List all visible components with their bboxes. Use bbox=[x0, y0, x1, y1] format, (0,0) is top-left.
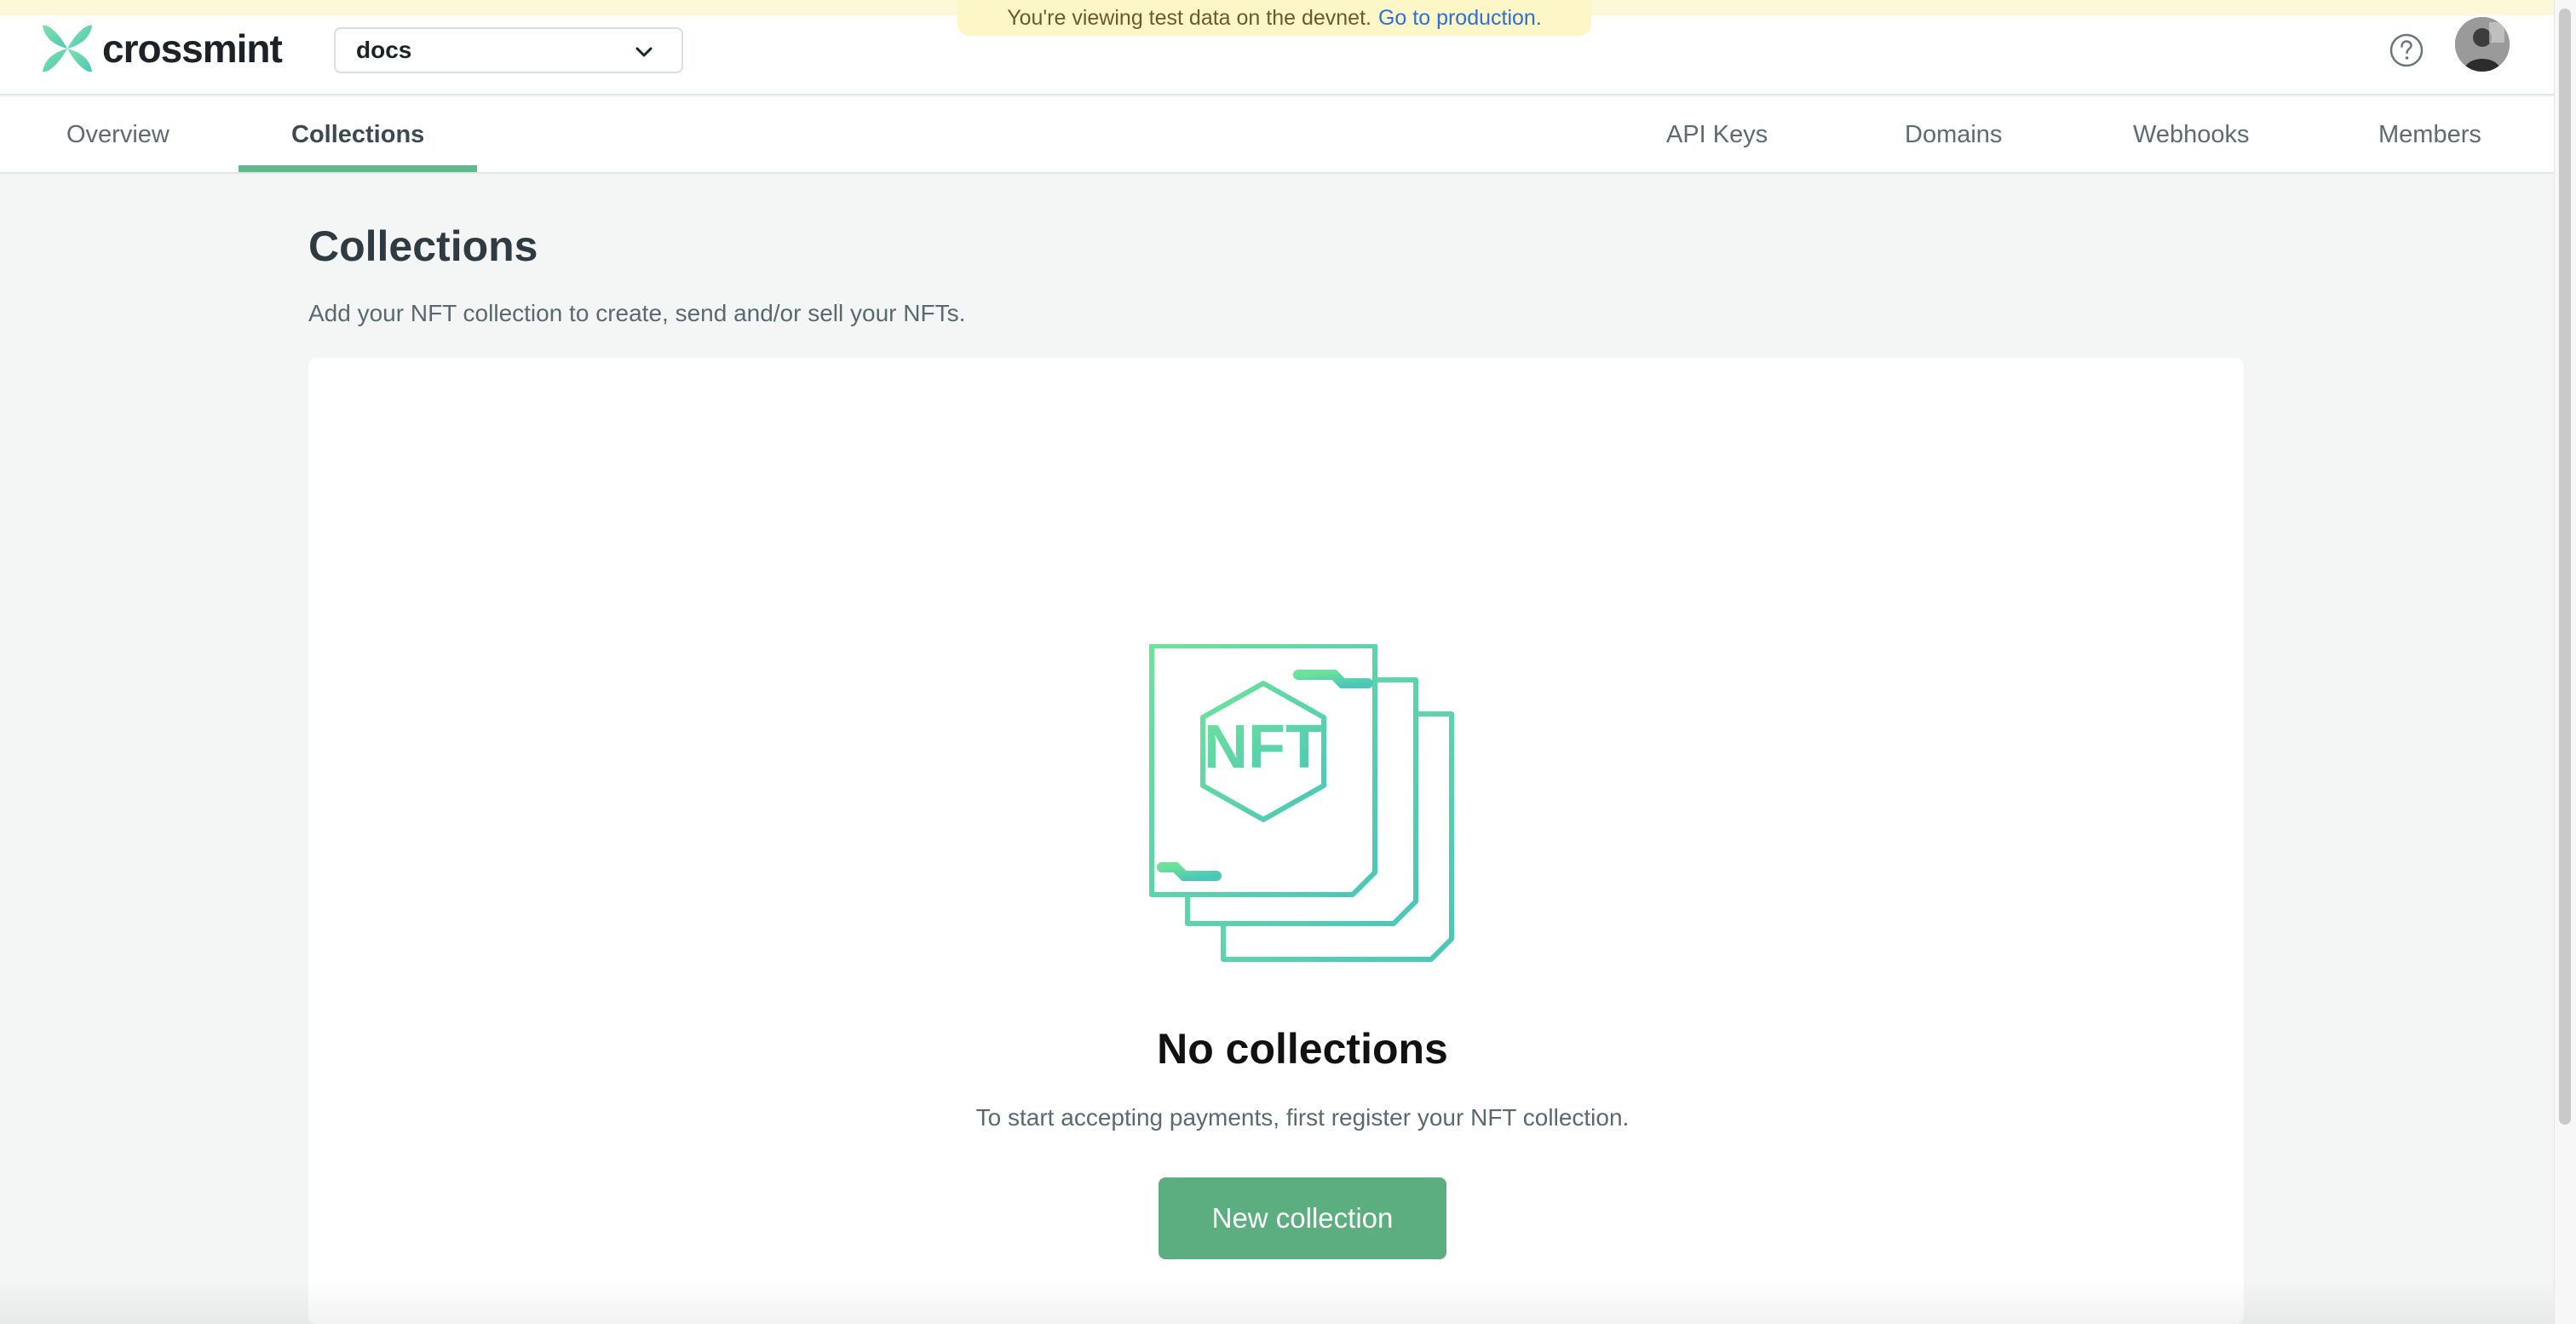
chevron-down-icon bbox=[635, 47, 653, 57]
empty-state-description: To start accepting payments, first regis… bbox=[975, 1104, 1630, 1131]
new-collection-button[interactable]: New collection bbox=[1159, 1177, 1446, 1259]
project-select-value: docs bbox=[356, 37, 412, 63]
help-icon[interactable] bbox=[2389, 32, 2424, 68]
devnet-notice: You're viewing test data on the devnet. … bbox=[957, 0, 1591, 36]
tab-api-keys[interactable]: API Keys bbox=[1666, 97, 1768, 172]
active-tab-indicator bbox=[239, 165, 477, 172]
avatar[interactable] bbox=[2455, 17, 2510, 72]
scrollbar-thumb[interactable] bbox=[2559, 9, 2571, 1125]
tab-overview[interactable]: Overview bbox=[66, 97, 170, 172]
tab-webhooks[interactable]: Webhooks bbox=[2133, 97, 2250, 172]
nav-tabs: Overview Collections API Keys Domains We… bbox=[0, 97, 2556, 174]
nft-illustration-text: NFT bbox=[1204, 713, 1323, 781]
page-subtitle: Add your NFT collection to create, send … bbox=[308, 300, 966, 326]
logo-text: crossmint bbox=[102, 26, 283, 71]
page-title: Collections bbox=[308, 222, 538, 270]
tab-members[interactable]: Members bbox=[2378, 97, 2481, 172]
tab-domains[interactable]: Domains bbox=[1905, 97, 2002, 172]
tab-collections[interactable]: Collections bbox=[291, 97, 424, 172]
devnet-notice-text: You're viewing test data on the devnet. bbox=[1007, 5, 1371, 30]
empty-state-title: No collections bbox=[1157, 1025, 1448, 1073]
avatar-image bbox=[2455, 17, 2510, 72]
project-select[interactable]: docs bbox=[334, 27, 683, 73]
nft-stack-icon: NFT bbox=[1149, 644, 1454, 962]
crossmint-logo-icon bbox=[43, 25, 92, 72]
crossmint-logo[interactable]: crossmint bbox=[39, 20, 283, 77]
go-to-production-link[interactable]: Go to production. bbox=[1378, 6, 1542, 31]
bottom-shadow bbox=[0, 1278, 2556, 1324]
